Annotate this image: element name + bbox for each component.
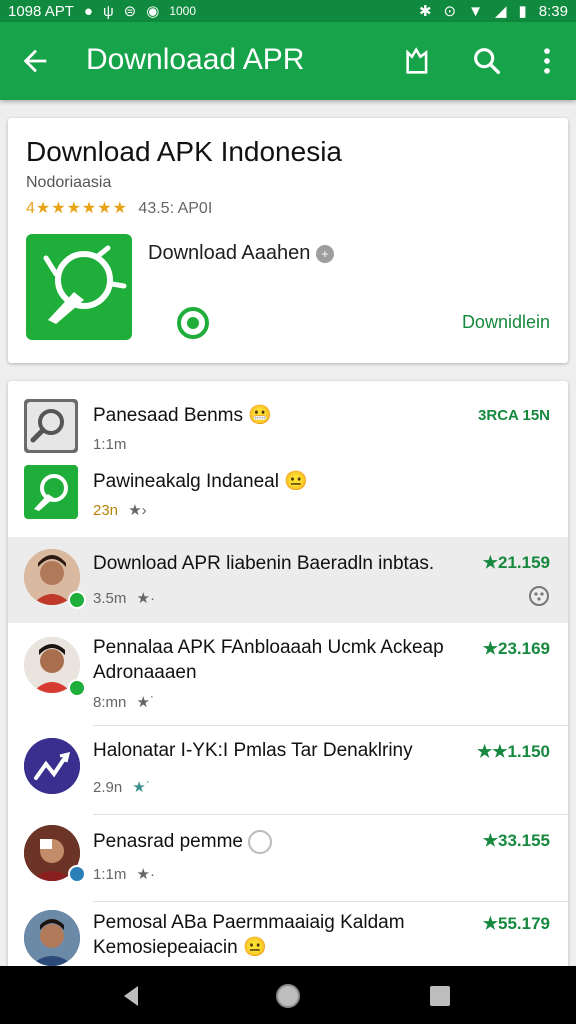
avatar bbox=[24, 738, 80, 794]
chat-icon: ⊜ bbox=[123, 3, 137, 20]
system-nav-bar bbox=[0, 966, 576, 1024]
cell-signal-icon: ◢ bbox=[494, 3, 507, 20]
app-logo-icon bbox=[34, 474, 68, 511]
list-item-title-line2: Adronaaaen bbox=[93, 662, 197, 683]
signal-small-icon: ψ bbox=[102, 2, 114, 20]
back-arrow-icon[interactable] bbox=[18, 44, 52, 78]
list-item-meta: 8:mn ★˙ bbox=[93, 693, 155, 711]
emoji-icon: 😐 bbox=[284, 471, 308, 492]
feature-label: Download Aaahen + bbox=[148, 242, 334, 265]
nav-recents-icon[interactable] bbox=[426, 982, 454, 1010]
wishlist-icon[interactable] bbox=[402, 44, 436, 78]
developer-name[interactable]: Nodoriaasia bbox=[26, 174, 111, 192]
star-icon: ★› bbox=[128, 502, 147, 519]
feature-label-text: Download Aaahen bbox=[148, 242, 311, 264]
clock: 8:39 bbox=[538, 2, 568, 20]
status-extra-text: 1000 bbox=[169, 4, 197, 18]
list-item-meta: 3.5m ★· bbox=[93, 589, 155, 607]
list-item-title-text: Penasrad pemme bbox=[93, 831, 243, 852]
list-item-meta: 23n ★› bbox=[93, 501, 147, 519]
list-item-meta: 2.9n ★˙ bbox=[93, 778, 151, 796]
rating-stars: 4★★★★★★ bbox=[26, 200, 128, 217]
info-icon[interactable]: + bbox=[315, 244, 334, 263]
battery-icon: ▮ bbox=[518, 3, 527, 20]
rating-row: 4★★★★★★ 43.5: AP0I bbox=[26, 198, 212, 218]
list-item-size: 3.5m bbox=[93, 590, 127, 607]
list-item-size: 8:mn bbox=[93, 694, 127, 711]
list-item[interactable]: Download APR liabenin Baeradln inbtas. 3… bbox=[8, 537, 568, 623]
list-item-title-text: Panesaad Benms bbox=[93, 405, 243, 426]
list-item-meta: 1:1m ★· bbox=[93, 865, 155, 883]
bluetooth-icon: ✱ bbox=[418, 3, 432, 20]
list-item-title: Pemosal ABa Paermmaaiaig Kaldam Kemosiep… bbox=[93, 910, 405, 960]
list-item-title-line1: Pennalaa APK FAnbloaaah Ucmk Ackeap bbox=[93, 637, 444, 658]
settings-dots-icon[interactable] bbox=[528, 585, 550, 607]
list-item[interactable]: Penasrad pemme 1:1m ★· ★33.155 bbox=[8, 815, 568, 901]
play-icon: ◉ bbox=[146, 3, 160, 20]
list-item[interactable]: Pennalaa APK FAnbloaaah Ucmk Ackeap Adro… bbox=[8, 623, 568, 727]
emoji-icon: 😐 bbox=[242, 937, 267, 958]
install-status-icon[interactable] bbox=[176, 306, 210, 340]
status-bar: 1098 APT ● ψ ⊜ ◉ 1000 ✱ ⊙ ▼ ◢ ▮ 8:39 bbox=[0, 0, 576, 22]
rating-text: 43.5: AP0I bbox=[138, 200, 213, 217]
verified-badge-icon bbox=[68, 679, 86, 697]
list-item-score: ★21.159 bbox=[482, 553, 550, 572]
list-item-score: ★23.169 bbox=[482, 639, 550, 658]
nav-home-icon[interactable] bbox=[274, 982, 302, 1010]
list-item[interactable]: Pawineakalg Indaneal 😐 23n ★› bbox=[8, 459, 568, 537]
list-item-size: 1:1m bbox=[93, 866, 127, 883]
list-item-title-line1: Pemosal ABa Paermmaaiaig Kaldam bbox=[93, 912, 405, 933]
app-list-card: Panesaad Benms 😬 1:1m 3RCA 15N Pawineaka… bbox=[8, 381, 568, 971]
list-item-title-line2-wrap: Kemosiepeaiacin 😐 bbox=[93, 935, 405, 960]
list-item-meta: 1:1m bbox=[93, 436, 127, 453]
download-button[interactable]: Downidlein bbox=[462, 312, 550, 333]
list-item-score: ★33.155 bbox=[482, 831, 550, 850]
list-item-title: Pennalaa APK FAnbloaaah Ucmk Ackeap Adro… bbox=[93, 635, 444, 685]
emoji-icon bbox=[248, 829, 273, 854]
star-icon: ★· bbox=[136, 866, 155, 883]
app-bar: Downloaad APR bbox=[0, 22, 576, 100]
avatar bbox=[24, 910, 80, 966]
list-item-size: 23n bbox=[93, 502, 119, 519]
list-item-title: Pawineakalg Indaneal 😐 bbox=[93, 469, 308, 494]
list-item-title: Panesaad Benms 😬 bbox=[93, 403, 272, 428]
star-icon: ★˙ bbox=[132, 779, 151, 796]
search-icon[interactable] bbox=[470, 44, 504, 78]
wifi-icon: ▼ bbox=[468, 2, 483, 20]
list-item-title: Download APR liabenin Baeradln inbtas. bbox=[93, 553, 435, 574]
nav-back-icon[interactable] bbox=[118, 982, 146, 1010]
list-item-size: 2.9n bbox=[93, 779, 123, 796]
app-title: Downloaad APR bbox=[86, 43, 305, 76]
list-item-title: Penasrad pemme bbox=[93, 829, 273, 854]
overflow-menu-icon[interactable] bbox=[530, 44, 564, 78]
list-item-title: Halonatar I-YK:I Pmlas Tar Denaklriny bbox=[93, 740, 413, 761]
search-app-icon bbox=[24, 399, 78, 453]
app-icon[interactable] bbox=[26, 234, 132, 340]
verified-badge-icon bbox=[68, 865, 86, 883]
list-item-score: 3RCA 15N bbox=[478, 407, 550, 424]
app-name: Download APK Indonesia bbox=[26, 136, 342, 167]
app-icon-small bbox=[24, 465, 78, 519]
list-item[interactable]: Halonatar I-YK:I Pmlas Tar Denaklriny 2.… bbox=[8, 726, 568, 814]
list-item-title-line2: Kemosiepeaiacin bbox=[93, 937, 238, 958]
app-logo-icon bbox=[43, 245, 127, 324]
star-icon: ★· bbox=[136, 590, 155, 607]
verified-badge-icon bbox=[68, 591, 86, 609]
star-icon: ★˙ bbox=[136, 694, 155, 711]
list-item[interactable]: Pemosal ABa Paermmaaiaig Kaldam Kemosiep… bbox=[8, 902, 568, 971]
status-left-text: 1098 APT bbox=[8, 2, 74, 20]
list-item-title-text: Pawineakalg Indaneal bbox=[93, 471, 279, 492]
emoji-icon: 😬 bbox=[248, 405, 272, 426]
list-item[interactable]: Panesaad Benms 😬 1:1m 3RCA 15N bbox=[8, 381, 568, 459]
trend-chart-icon bbox=[24, 738, 80, 794]
app-header-card: Download APK Indonesia Nodoriaasia 4★★★★… bbox=[8, 118, 568, 363]
list-item-score: ★★1.150 bbox=[476, 742, 550, 761]
list-item-score: ★55.179 bbox=[482, 914, 550, 933]
notification-icon: ● bbox=[83, 2, 93, 20]
alarm-icon: ⊙ bbox=[443, 3, 457, 20]
